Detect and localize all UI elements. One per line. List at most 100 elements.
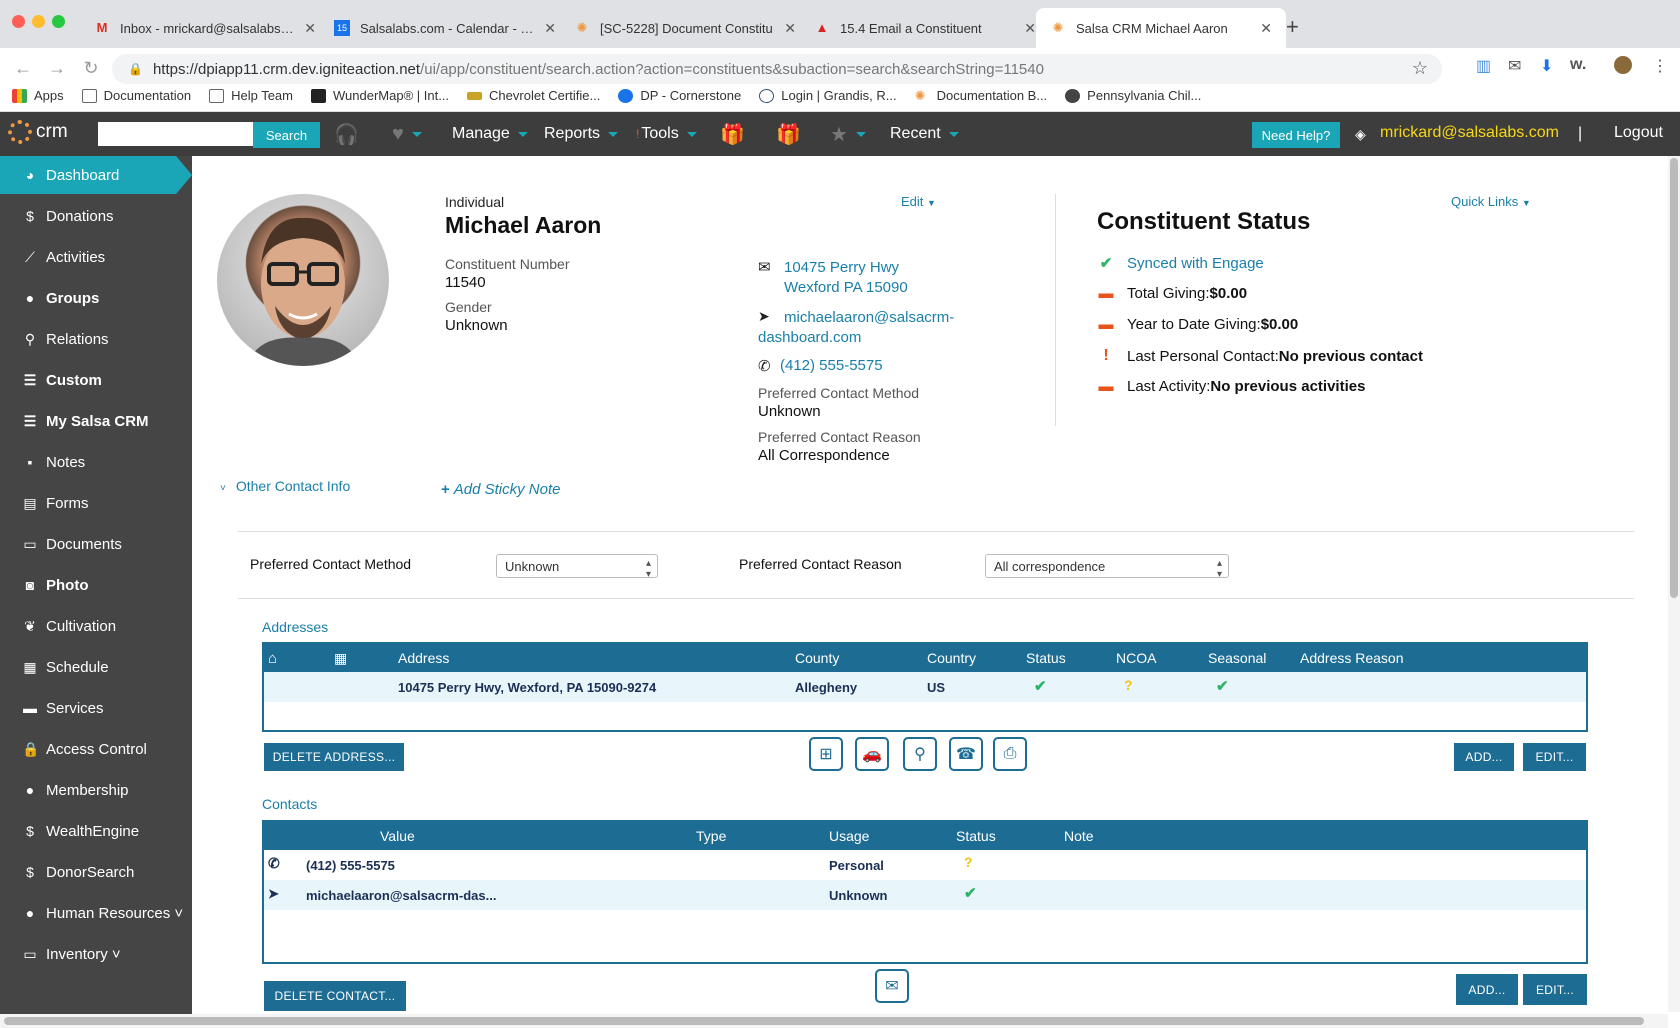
back-icon[interactable]: ← bbox=[12, 58, 34, 79]
minimize-window-button[interactable] bbox=[32, 15, 45, 28]
map-pin-icon[interactable]: ⚲ bbox=[903, 737, 937, 771]
search-button[interactable]: Search bbox=[253, 122, 320, 148]
email-link[interactable]: michaelaaron@salsacrm-dashboard.com bbox=[758, 308, 954, 348]
close-tab-icon[interactable]: ✕ bbox=[544, 20, 556, 37]
col-note[interactable]: Note bbox=[1064, 828, 1094, 844]
edit-address-button[interactable]: EDIT... bbox=[1523, 743, 1586, 771]
other-contact-toggle[interactable]: ˅ Other Contact Info bbox=[220, 478, 350, 494]
need-help-button[interactable]: Need Help? bbox=[1252, 122, 1340, 148]
sidebar-item[interactable]: ● Membership bbox=[0, 771, 192, 809]
add-contact-button[interactable]: ADD... bbox=[1456, 974, 1518, 1005]
horizontal-scroll-thumb[interactable] bbox=[4, 1017, 1644, 1025]
reload-icon[interactable]: ↻ bbox=[80, 58, 102, 79]
sidebar-item[interactable]: ● Groups bbox=[0, 279, 192, 317]
phone-link[interactable]: (412) 555-5575 bbox=[780, 357, 883, 374]
col-country[interactable]: Country bbox=[927, 650, 976, 666]
bookmark-star-icon[interactable]: ☆ bbox=[1412, 58, 1428, 79]
col-status[interactable]: Status bbox=[1026, 650, 1066, 666]
add-address-button[interactable]: ADD... bbox=[1454, 743, 1514, 771]
browser-tab[interactable]: 15 Salsalabs.com - Calendar - Mo ✕ bbox=[320, 8, 570, 48]
close-tab-icon[interactable]: ✕ bbox=[304, 20, 316, 37]
gift-add-icon[interactable]: 🎁 bbox=[776, 112, 801, 156]
bookmark-dp-cornerstone[interactable]: DP - Cornerstone bbox=[618, 88, 741, 103]
sidebar-item[interactable]: $ Donations bbox=[0, 197, 192, 235]
sidebar-item[interactable]: ⚲ Relations bbox=[0, 320, 192, 358]
col-address[interactable]: Address bbox=[398, 650, 449, 666]
bookmark-help-team[interactable]: Help Team bbox=[209, 88, 293, 103]
tools-menu[interactable]: ! Tools bbox=[636, 112, 697, 156]
sidebar-item[interactable]: ▤ Forms bbox=[0, 484, 192, 522]
sidebar-item[interactable]: 🔒 Access Control bbox=[0, 730, 192, 768]
edit-contact-button[interactable]: EDIT... bbox=[1523, 974, 1587, 1005]
col-address-reason[interactable]: Address Reason bbox=[1300, 650, 1404, 666]
address-link[interactable]: 10475 Perry Hwy Wexford PA 15090 bbox=[784, 258, 908, 298]
bookmark-documentation-b[interactable]: ✺ Documentation B... bbox=[915, 88, 1048, 103]
printer-icon[interactable]: ⎙ bbox=[993, 737, 1027, 771]
sidebar-item[interactable]: ▬ Services bbox=[0, 689, 192, 727]
reports-menu[interactable]: Reports bbox=[544, 112, 619, 156]
col-status[interactable]: Status bbox=[956, 828, 996, 844]
vertical-scroll-thumb[interactable] bbox=[1670, 158, 1678, 598]
close-tab-icon[interactable]: ✕ bbox=[1024, 20, 1036, 37]
sidebar-item[interactable]: ◕ Dashboard bbox=[0, 156, 192, 194]
sidebar-item[interactable]: ▪ Notes bbox=[0, 443, 192, 481]
email-icon[interactable]: ✉ bbox=[875, 969, 909, 1003]
crm-logo[interactable]: crm bbox=[8, 120, 68, 144]
favorites-menu[interactable]: ♥ bbox=[392, 112, 422, 156]
phone-icon[interactable]: ☎ bbox=[949, 737, 983, 771]
starred-menu[interactable]: ★ bbox=[830, 112, 866, 156]
table-row[interactable]: 10475 Perry Hwy, Wexford, PA 15090-9274 … bbox=[264, 672, 1586, 702]
headset-icon[interactable]: 🎧 bbox=[334, 112, 359, 156]
sidebar-item[interactable]: ❦ Cultivation bbox=[0, 607, 192, 645]
delete-address-button[interactable]: DELETE ADDRESS... bbox=[264, 743, 404, 771]
new-tab-icon[interactable]: + bbox=[1286, 14, 1299, 40]
global-search-input[interactable] bbox=[98, 122, 253, 146]
sidebar-item[interactable]: ⟋ Activities bbox=[0, 238, 192, 276]
maximize-window-button[interactable] bbox=[52, 15, 65, 28]
close-window-button[interactable] bbox=[12, 15, 25, 28]
quick-links-menu[interactable]: Quick Links ▼ bbox=[1451, 194, 1531, 209]
sidebar-item[interactable]: ☰ Custom bbox=[0, 361, 192, 399]
delete-contact-button[interactable]: DELETE CONTACT... bbox=[264, 981, 406, 1011]
constituent-photo[interactable] bbox=[217, 194, 389, 366]
sidebar-item[interactable]: $ DonorSearch bbox=[0, 853, 192, 891]
col-type[interactable]: Type bbox=[696, 828, 726, 844]
download-icon[interactable]: ⬇ bbox=[1540, 56, 1553, 76]
pref-reason-select[interactable]: All correspondence ▴ ▾ bbox=[985, 554, 1229, 580]
menu-icon[interactable]: ⋮ bbox=[1652, 56, 1668, 76]
bookmark-documentation[interactable]: Documentation bbox=[81, 88, 191, 103]
bookmark-grandis[interactable]: Login | Grandis, R... bbox=[759, 88, 897, 103]
table-row[interactable]: ➤ michaelaaron@salsacrm-das... Unknown ✔ bbox=[264, 880, 1586, 910]
col-county[interactable]: County bbox=[795, 650, 839, 666]
wordtune-icon[interactable]: w. bbox=[1570, 56, 1586, 74]
col-ncoa[interactable]: NCOA bbox=[1116, 650, 1156, 666]
sidebar-item[interactable]: ● Human Resources ˅ bbox=[0, 894, 192, 932]
close-tab-icon[interactable]: ✕ bbox=[784, 20, 796, 37]
reader-icon[interactable]: ▥ bbox=[1476, 56, 1491, 76]
browser-tab-active[interactable]: ✺ Salsa CRM Michael Aaron ✕ bbox=[1036, 8, 1286, 48]
bookmark-pennsylvania[interactable]: Pennsylvania Chil... bbox=[1065, 88, 1201, 103]
synced-link[interactable]: Synced with Engage bbox=[1127, 255, 1264, 272]
mail-icon[interactable]: ✉ bbox=[1508, 56, 1521, 76]
sidebar-item[interactable]: $ WealthEngine bbox=[0, 812, 192, 850]
bookmark-wundermap[interactable]: WunderMap® | Int... bbox=[311, 88, 449, 103]
recent-menu[interactable]: Recent bbox=[890, 112, 959, 156]
browser-tab[interactable]: ✺ [SC-5228] Document Constitu ✕ bbox=[560, 8, 810, 48]
hierarchy-icon[interactable]: ⊞ bbox=[809, 737, 843, 771]
user-email-link[interactable]: mrickard@salsalabs.com bbox=[1380, 124, 1559, 142]
browser-tab[interactable]: M Inbox - mrickard@salsalabs.co ✕ bbox=[80, 8, 330, 48]
pref-method-select[interactable]: Unknown ▴ ▾ bbox=[496, 554, 658, 580]
bookmark-apps[interactable]: Apps bbox=[12, 88, 64, 103]
sidebar-item[interactable]: ▭ Inventory ˅ bbox=[0, 935, 192, 973]
table-row[interactable]: ✆ (412) 555-5575 Personal ? bbox=[264, 850, 1586, 880]
col-seasonal[interactable]: Seasonal bbox=[1208, 650, 1266, 666]
browser-tab[interactable]: ▲ 15.4 Email a Constituent ✕ bbox=[800, 8, 1050, 48]
edit-menu[interactable]: Edit ▼ bbox=[901, 194, 936, 209]
logout-link[interactable]: Logout bbox=[1614, 124, 1663, 142]
sidebar-item[interactable]: ◙ Photo bbox=[0, 566, 192, 604]
gift-icon[interactable]: 🎁 bbox=[720, 112, 745, 156]
sidebar-item[interactable]: ☰ My Salsa CRM bbox=[0, 402, 192, 440]
close-tab-icon[interactable]: ✕ bbox=[1260, 20, 1272, 37]
forward-icon[interactable]: → bbox=[46, 58, 68, 79]
manage-menu[interactable]: Manage bbox=[452, 112, 528, 156]
